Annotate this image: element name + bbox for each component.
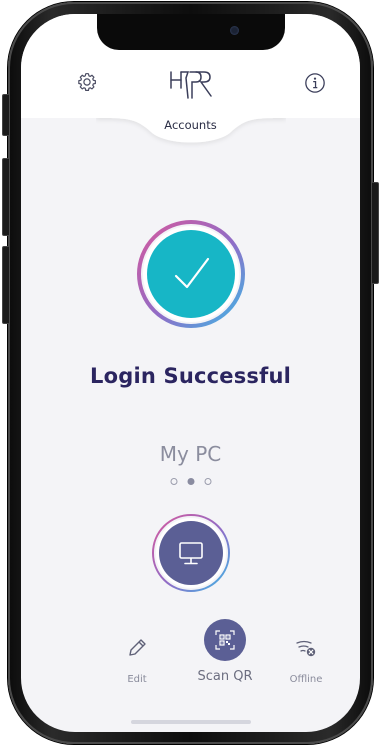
volume-down-button [2,246,9,324]
accounts-label: Accounts [164,118,217,132]
pager-dot-active[interactable] [187,478,194,485]
info-icon[interactable] [304,72,326,94]
offline-signal-icon [296,640,316,657]
pager-dot[interactable] [170,478,177,485]
offline-label: Offline [289,674,323,685]
device-pager [170,478,211,485]
success-badge [136,220,245,328]
edit-button[interactable]: Edit [114,636,160,685]
mute-switch [2,94,9,136]
pager-dot[interactable] [204,478,211,485]
accounts-tab[interactable]: Accounts [95,112,286,152]
offline-button[interactable]: Offline [281,636,331,685]
home-indicator [130,720,251,724]
phone-frame: Accounts Login Successful My PC Edit Sca… [2,2,379,744]
front-camera [229,26,239,35]
scan-qr-circle [204,619,246,661]
device-name: My PC [159,442,222,466]
gear-icon[interactable] [76,71,98,93]
device-button[interactable] [151,513,231,593]
login-status-title: Login Successful [90,364,291,388]
app-screen: Accounts Login Successful My PC Edit Sca… [21,14,360,732]
scan-qr-label: Scan QR [197,669,253,684]
phone-notch [96,14,285,50]
pencil-icon [129,639,146,656]
scan-qr-button[interactable]: Scan QR [185,619,265,684]
volume-up-button [2,158,9,236]
hypr-logo [169,71,212,99]
power-button [372,182,379,284]
qr-code-icon [215,630,235,650]
edit-label: Edit [127,674,147,685]
